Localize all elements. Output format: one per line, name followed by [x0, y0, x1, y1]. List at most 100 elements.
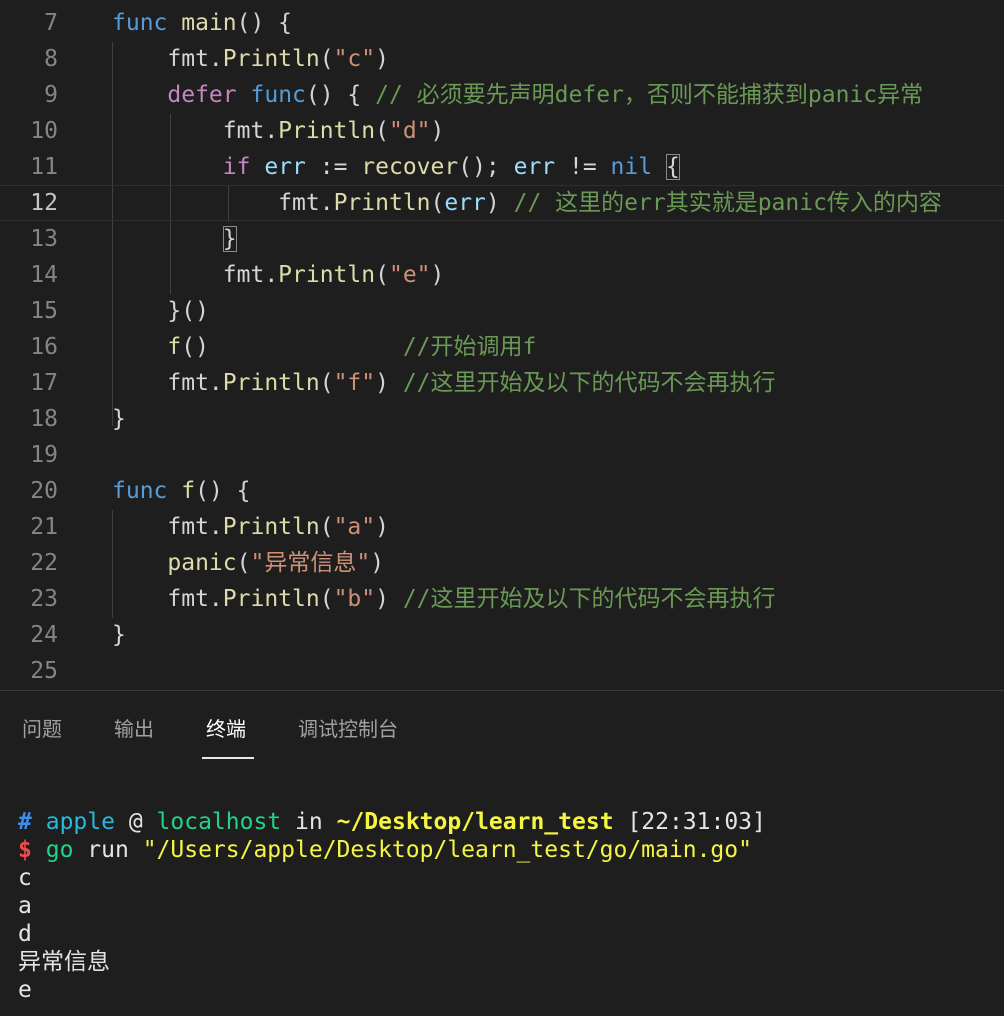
code-token: //这里开始及以下的代码不会再执行	[402, 586, 776, 612]
code-token: (	[319, 514, 334, 540]
code-token: "f"	[333, 370, 376, 396]
prompt-dollar: $	[18, 837, 32, 863]
code-token: func	[112, 10, 168, 36]
matched-bracket: {	[665, 154, 680, 180]
code-token: main	[181, 10, 237, 36]
code-token: "c"	[333, 46, 376, 72]
code-token: (	[236, 550, 251, 576]
code-token: func	[250, 82, 306, 108]
code-token: }()	[112, 298, 209, 324]
code-token: "a"	[333, 514, 376, 540]
code-token: )	[485, 190, 514, 216]
matched-bracket: }	[222, 226, 237, 252]
line-code: }	[112, 617, 126, 653]
terminal-output-line: d	[18, 921, 32, 947]
code-token: (	[319, 586, 334, 612]
line-number: 14	[30, 262, 58, 288]
prompt-in: in	[295, 809, 323, 835]
terminal-prompt-line: # apple @ localhost in ~/Desktop/learn_t…	[18, 808, 766, 836]
code-token: !=	[555, 154, 611, 180]
code-line[interactable]: 10 fmt.Println("d")	[0, 113, 1004, 149]
line-code: defer func() { // 必须要先声明defer，否则不能捕获到pan…	[112, 77, 923, 113]
line-number: 9	[44, 82, 58, 108]
code-token: )	[430, 262, 445, 288]
line-code: }	[112, 221, 237, 257]
line-code: fmt.Println(err) // 这里的err其实就是panic传入的内容	[112, 186, 942, 220]
terminal-output-line: e	[18, 977, 32, 1003]
code-token: recover	[361, 154, 459, 180]
line-number: 12	[30, 190, 58, 216]
terminal-output-line: 异常信息	[18, 949, 110, 975]
tab-problems[interactable]: 问题	[22, 713, 62, 743]
code-token: }	[112, 406, 126, 432]
code-token: () {	[236, 10, 293, 36]
line-code: }()	[112, 293, 209, 329]
line-code: func f() {	[112, 473, 251, 509]
line-number: 10	[30, 118, 58, 144]
code-token: "异常信息"	[250, 550, 371, 576]
line-code: fmt.Println("a")	[112, 509, 389, 545]
code-line[interactable]: 25	[0, 653, 1004, 689]
code-token: }	[112, 622, 126, 648]
code-token: ()	[181, 334, 403, 360]
code-token: fmt.	[112, 118, 279, 144]
line-code: if err := recover(); err != nil {	[112, 149, 680, 185]
code-line[interactable]: 15 }()	[0, 293, 1004, 329]
prompt-at: @	[128, 809, 143, 835]
code-line[interactable]: 17 fmt.Println("f") //这里开始及以下的代码不会再执行	[0, 365, 1004, 401]
code-token: Println	[333, 190, 431, 216]
code-line[interactable]: 7 func main() {	[0, 5, 1004, 41]
code-token: (	[319, 370, 334, 396]
line-number: 23	[30, 586, 58, 612]
code-line[interactable]: 22 panic("异常信息")	[0, 545, 1004, 581]
line-code: fmt.Println("f") //这里开始及以下的代码不会再执行	[112, 365, 775, 401]
line-number: 13	[30, 226, 58, 252]
tab-terminal[interactable]: 终端	[206, 713, 246, 743]
tab-output[interactable]: 输出	[114, 713, 154, 743]
tab-debug-console[interactable]: 调试控制台	[298, 713, 398, 743]
terminal-output-line: a	[18, 893, 32, 919]
code-token: if	[222, 154, 251, 180]
code-line[interactable]: 18}	[0, 401, 1004, 437]
code-token: )	[370, 550, 385, 576]
code-token: Println	[222, 46, 320, 72]
line-code: }	[112, 401, 126, 437]
line-code: panic("异常信息")	[112, 545, 384, 581]
code-line[interactable]: 20 func f() {	[0, 473, 1004, 509]
code-line[interactable]: 8 fmt.Println("c")	[0, 41, 1004, 77]
line-code: fmt.Println("d")	[112, 113, 445, 149]
code-line[interactable]: 19	[0, 437, 1004, 473]
code-line[interactable]: 23 fmt.Println("b") //这里开始及以下的代码不会再执行	[0, 581, 1004, 617]
code-token: "e"	[388, 262, 431, 288]
code-line[interactable]: 13 }	[0, 221, 1004, 257]
code-line[interactable]: 11 if err := recover(); err != nil {	[0, 149, 1004, 185]
code-token: Println	[222, 514, 320, 540]
prompt-path: ~/Desktop/learn_test	[336, 809, 614, 835]
code-line[interactable]: 12 fmt.Println(err) // 这里的err其实就是panic传入…	[0, 185, 1004, 221]
code-token: () {	[305, 82, 376, 108]
code-editor[interactable]: 7 func main() {8 fmt.Println("c") 9 defer …	[0, 0, 1004, 690]
line-number: 15	[30, 298, 58, 324]
code-token: Println	[278, 118, 376, 144]
line-number: 7	[44, 10, 58, 36]
prompt-time: [22:31:03]	[627, 809, 766, 835]
code-line[interactable]: 24}	[0, 617, 1004, 653]
terminal-command-line: $ go run "/Users/apple/Desktop/learn_tes…	[18, 836, 752, 864]
line-code: f() //开始调用f	[112, 329, 536, 365]
code-token: Println	[222, 370, 320, 396]
code-token: err	[513, 154, 556, 180]
code-token: Println	[278, 262, 376, 288]
code-line[interactable]: 21 fmt.Println("a")	[0, 509, 1004, 545]
prompt-host: localhost	[156, 809, 282, 835]
code-line[interactable]: 9 defer func() { // 必须要先声明defer，否则不能捕获到p…	[0, 77, 1004, 113]
code-line[interactable]: 16 f() //开始调用f	[0, 329, 1004, 365]
line-number: 21	[30, 514, 58, 540]
code-token: (	[375, 262, 389, 288]
code-token: fmt.	[112, 514, 223, 540]
code-token: )	[375, 586, 403, 612]
code-line[interactable]: 14 fmt.Println("e")	[0, 257, 1004, 293]
